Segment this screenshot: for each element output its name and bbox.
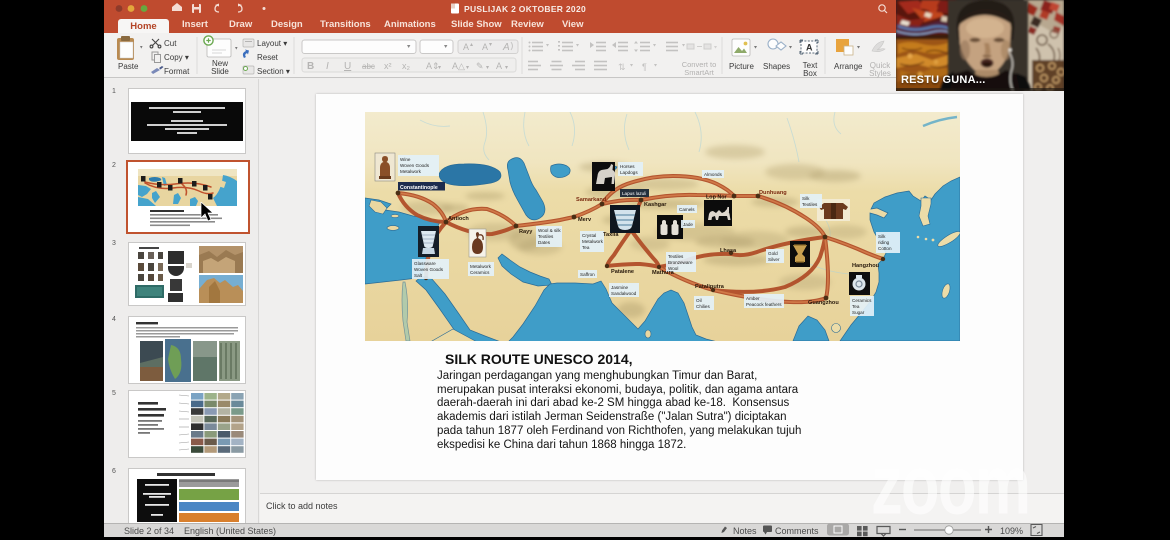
svg-text:Silk: Silk [802,196,810,201]
svg-text:Jasmine: Jasmine [611,285,629,290]
svg-text:Hangzhou: Hangzhou [852,263,880,269]
svg-text:Samarkand: Samarkand [576,197,607,203]
svg-text:▾: ▾ [505,65,508,71]
svg-text:Textiles: Textiles [538,234,554,239]
svg-text:x²: x² [384,61,392,71]
svg-text:Crystal: Crystal [582,233,596,238]
svg-text:Taxila: Taxila [603,232,619,238]
svg-text:⇅: ⇅ [618,62,626,72]
svg-text:▾: ▾ [438,65,441,71]
svg-text:abc: abc [362,62,375,71]
svg-text:Merv: Merv [578,217,592,223]
svg-text:Textiles: Textiles [802,202,818,207]
svg-text:riding: riding [878,240,890,245]
svg-text:Antioch: Antioch [448,216,469,222]
svg-text:Saffron: Saffron [580,272,595,277]
svg-text:Cotton: Cotton [878,246,892,251]
svg-text:Lapus lazuli: Lapus lazuli [622,191,646,196]
svg-text:Ceramics: Ceramics [470,270,490,275]
svg-text:Mathura: Mathura [652,270,675,276]
svg-text:Woven Goods: Woven Goods [400,163,430,168]
svg-text:Textiles: Textiles [668,254,684,259]
svg-text:Tea: Tea [852,304,860,309]
svg-text:Silk: Silk [878,234,886,239]
svg-text:I: I [326,61,329,72]
svg-text:Wine: Wine [400,157,411,162]
svg-text:Sandalwood: Sandalwood [611,291,637,296]
svg-text:▾: ▾ [466,65,469,71]
svg-text:Lop Nor: Lop Nor [706,195,728,201]
svg-text:Amber: Amber [746,296,760,301]
svg-text:Oil: Oil [696,298,702,303]
svg-text:PUSLIJAK 2 OKTOBER 2020: PUSLIJAK 2 OKTOBER 2020 [464,4,586,14]
svg-text:Dunhuang: Dunhuang [759,190,787,196]
svg-text:▴: ▴ [470,42,473,48]
svg-text:Rayy: Rayy [519,229,533,235]
svg-text:Almonds: Almonds [704,172,723,177]
svg-text:Kashgar: Kashgar [644,202,667,208]
svg-text:✎: ✎ [476,61,484,71]
svg-text:Metalwork: Metalwork [400,169,422,174]
svg-text:B: B [307,61,314,72]
svg-text:Bronzeware: Bronzeware [668,260,693,265]
svg-text:Sugar: Sugar [852,310,865,315]
svg-text:Constantinople: Constantinople [400,185,438,191]
svg-text:Chilies: Chilies [696,304,710,309]
svg-text:A: A [463,42,469,52]
svg-text:Ceramics: Ceramics [852,298,872,303]
svg-text:Lhasa: Lhasa [720,248,737,254]
svg-text:▾: ▾ [486,65,489,71]
svg-text:Salt: Salt [414,273,423,278]
svg-text:Gold: Gold [768,251,778,256]
svg-text:¶: ¶ [642,62,647,72]
svg-text:A: A [806,43,813,53]
svg-text:Pataliputra: Pataliputra [695,284,725,290]
svg-text:x₂: x₂ [402,61,411,71]
svg-text:A△: A△ [452,61,465,71]
svg-text:Glassware: Glassware [414,261,436,266]
svg-text:▾: ▾ [489,42,492,48]
svg-text:A: A [496,61,502,71]
svg-text:U: U [344,61,351,72]
svg-text:Woven Goods: Woven Goods [414,267,444,272]
svg-text:Guangzhou: Guangzhou [808,300,839,306]
svg-text:Dates: Dates [538,240,551,245]
svg-text:Horses: Horses [620,164,635,169]
svg-text:Jade: Jade [683,222,693,227]
svg-text:Metalwork: Metalwork [470,264,492,269]
svg-text:Camels: Camels [679,207,695,212]
svg-text:Peacock feathers: Peacock feathers [746,302,782,307]
svg-text:A: A [482,42,488,52]
svg-text:Lapdogs: Lapdogs [620,170,638,175]
svg-text:A: A [502,42,510,53]
svg-text:Tea: Tea [582,245,590,250]
svg-text:Patalene: Patalene [611,269,634,275]
svg-text:Wool & silk: Wool & silk [538,228,561,233]
svg-text:Silver: Silver [768,257,780,262]
svg-text:Metalwork: Metalwork [582,239,604,244]
